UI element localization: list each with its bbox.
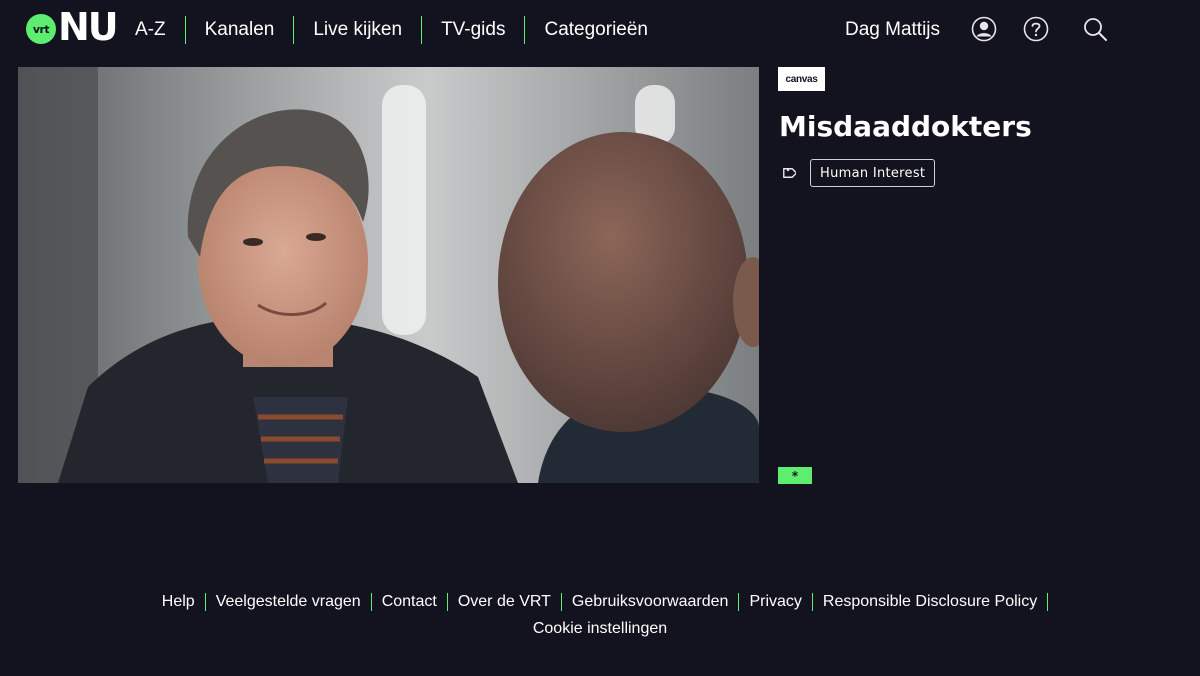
main-nav: A-Z Kanalen Live kijken TV-gids Categori… <box>135 16 667 44</box>
hero-photo <box>18 67 759 483</box>
footer-link-cookie-settings[interactable]: Cookie instellingen <box>533 620 667 637</box>
logo-badge: vrt <box>26 14 56 44</box>
nav-item-categorieen[interactable]: Categorieën <box>524 16 667 44</box>
nav-item-tv-gids[interactable]: TV-gids <box>421 16 524 44</box>
program-hero-image[interactable] <box>18 67 759 483</box>
search-icon[interactable] <box>1082 16 1108 42</box>
user-icon[interactable] <box>971 16 997 42</box>
footer-link-responsible-disclosure[interactable]: Responsible Disclosure Policy <box>811 593 1049 611</box>
header: vrt NU A-Z Kanalen Live kijken TV-gids C… <box>0 0 1200 60</box>
vrt-nu-logo[interactable]: vrt NU <box>26 5 119 49</box>
tag-icon <box>780 165 798 181</box>
footer-link-faq[interactable]: Veelgestelde vragen <box>204 593 371 611</box>
footer-cookie-row: Cookie instellingen <box>0 618 1200 638</box>
footer-links: Help Veelgestelde vragen Contact Over de… <box>0 592 1200 612</box>
nav-item-a-z[interactable]: A-Z <box>135 16 185 44</box>
footer-link-privacy[interactable]: Privacy <box>738 593 811 611</box>
program-title: Misdaaddokters <box>779 110 1032 143</box>
footer-link-terms[interactable]: Gebruiksvoorwaarden <box>560 593 739 611</box>
footer-link-over-de-vrt[interactable]: Over de VRT <box>446 593 561 611</box>
logo-wordmark: NU <box>58 5 119 49</box>
category-tag[interactable]: Human Interest <box>810 159 936 187</box>
user-greeting[interactable]: Dag Mattijs <box>845 19 940 41</box>
footer-link-help[interactable]: Help <box>152 593 205 611</box>
program-badge: * <box>778 467 812 484</box>
channel-logo: canvas <box>778 67 825 91</box>
footer-link-contact[interactable]: Contact <box>370 593 447 611</box>
nav-item-live-kijken[interactable]: Live kijken <box>293 16 421 44</box>
nav-item-kanalen[interactable]: Kanalen <box>184 16 294 44</box>
help-icon[interactable] <box>1023 16 1049 42</box>
